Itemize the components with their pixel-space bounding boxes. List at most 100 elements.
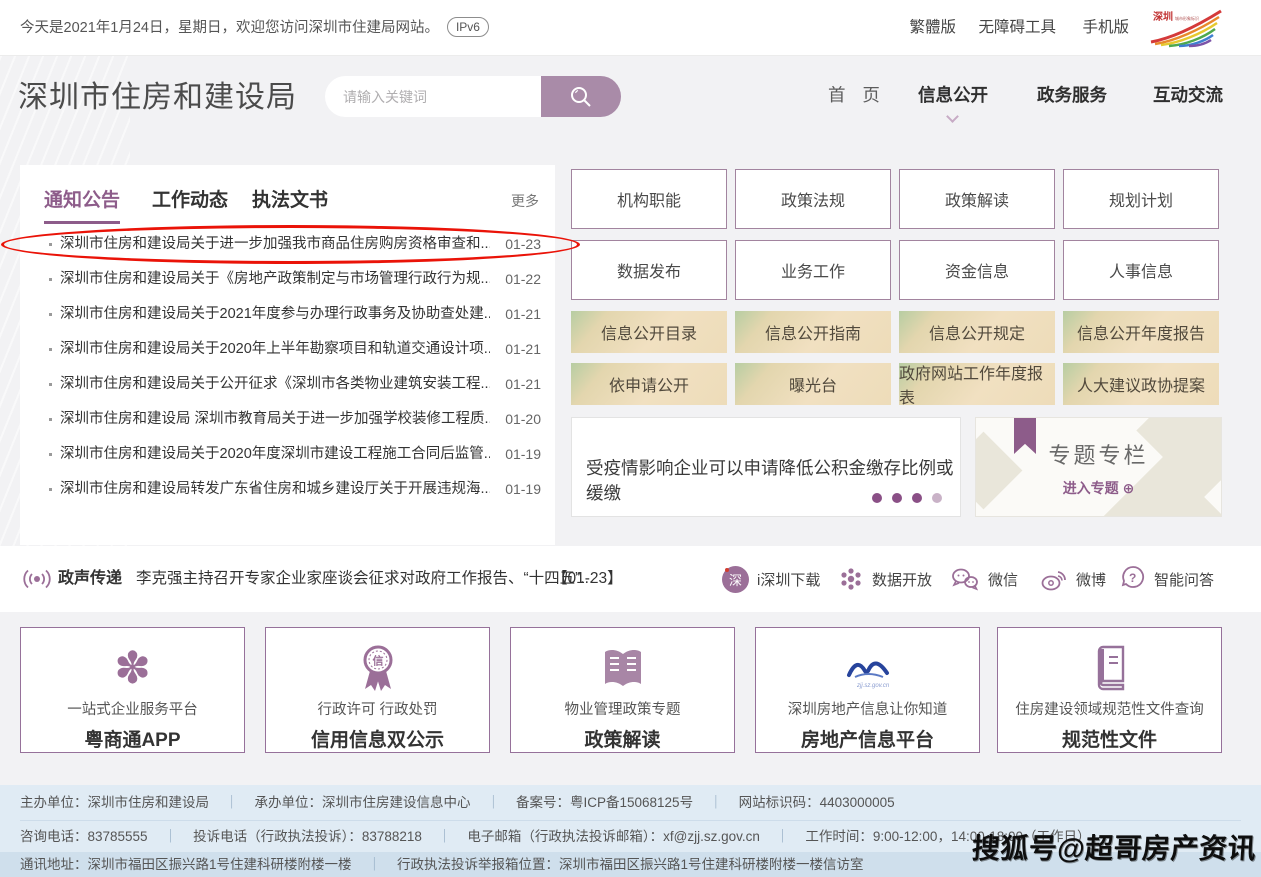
quicklink-funds-info[interactable]: 资金信息 [899,240,1055,300]
footer-row-1: 主办单位：深圳市住房和建设局承办单位：深圳市住房建设信息中心备案号：粤ICP备1… [20,785,1241,821]
tool-open-data[interactable]: 数据开放 [838,546,932,612]
notice-date: 01-21 [505,367,541,402]
notice-date: 01-23 [505,227,541,262]
footer-complaint-phone: 投诉电话（行政执法投诉）：83788218 [193,829,467,844]
tool-label: i深圳下载 [757,569,820,590]
quicklink-npc-proposals[interactable]: 人大建议政协提案 [1063,363,1219,405]
notice-date: 01-21 [505,297,541,332]
footer-icp-number: 备案号：粤ICP备15068125号 [516,795,739,810]
notice-date: 01-22 [505,262,541,297]
card-subtitle: 物业管理政策专题 [511,698,734,719]
carousel-dot[interactable] [912,493,922,503]
footer-site-id: 网站标识码：4403000005 [739,795,895,810]
tool-label: 微信 [988,569,1018,590]
book-icon [998,640,1221,698]
card-subtitle: 深圳房地产信息让你知道 [756,698,979,719]
notice-title: 深圳市住房和建设局关于2020年上半年勘察项目和轨道交通设计项... [60,332,490,367]
nav-interaction[interactable]: 互动交流 [1153,0,1223,95]
quicklink-exposure-platform[interactable]: 曝光台 [735,363,891,405]
footer-complaint-box-location: 行政执法投诉举报箱位置：深圳市福田区振兴路1号住建科研楼附楼一楼信访室 [397,857,864,872]
quicklink-disclosure-guide[interactable]: 信息公开指南 [735,311,891,353]
medal-icon: 信 [266,640,489,698]
notice-row[interactable]: 深圳市住房和建设局关于进一步加强我市商品住房购房资格审查和... 01-23 [20,227,555,262]
quicklink-business-work[interactable]: 业务工作 [735,240,891,300]
tab-work-updates[interactable]: 工作动态 [152,185,228,212]
carousel-dot[interactable] [892,493,902,503]
notice-date: 01-20 [505,402,541,437]
property-logo-icon: zjj.sz.gov.cn [756,640,979,698]
nav-info-disclosure[interactable]: 信息公开 [918,0,988,95]
ticker-date: 【01-23】 [552,546,623,612]
open-data-icon [838,566,864,592]
quicklink-policies[interactable]: 政策法规 [735,169,891,229]
card-title: 信用信息双公示 [266,725,489,752]
card-title: 粤商通APP [21,725,244,752]
tab-notices[interactable]: 通知公告 [44,185,120,224]
tool-weibo[interactable]: 微博 [1040,546,1106,612]
quicklink-policy-reading[interactable]: 政策解读 [899,169,1055,229]
notice-row[interactable]: 深圳市住房和建设局关于公开征求《深圳市各类物业建筑安装工程... 01-21 [20,367,555,402]
notice-row[interactable]: 深圳市住房和建设局关于《房地产政策制定与市场管理行政行为规...01-22 [20,262,555,297]
footer-host-unit: 主办单位：深圳市住房和建设局 [20,795,255,810]
search-input[interactable] [325,76,541,117]
tool-ishenzhen-download[interactable]: 深 i深圳下载 [722,546,820,612]
quicklink-website-report[interactable]: 政府网站工作年度报表 [899,363,1055,405]
special-column-title: 专题专栏 [976,438,1221,470]
card-yueshangtong-app[interactable]: ✽ 一站式企业服务平台 粤商通APP [20,627,245,753]
quicklink-data-release[interactable]: 数据发布 [571,240,727,300]
welcome-label: 今天是2021年1月24日，星期日，欢迎您访问深圳市住建局网站。 [20,20,439,36]
notice-title: 深圳市住房和建设局关于公开征求《深圳市各类物业建筑安装工程... [60,367,490,402]
tool-smart-qa[interactable]: ? 智能问答 [1120,546,1214,612]
card-subtitle: 行政许可 行政处罚 [266,698,489,719]
quicklink-disclosure-rules[interactable]: 信息公开规定 [899,311,1055,353]
more-link[interactable]: 更多 [511,191,539,211]
notice-row[interactable]: 深圳市住房和建设局转发广东省住房和城乡建设厅关于开展违规海...01-19 [20,472,555,507]
footer-email: 电子邮箱（行政执法投诉邮箱）：xf@zjj.sz.gov.cn [467,829,805,844]
tab-enforcement-documents[interactable]: 执法文书 [252,185,328,212]
special-column-box[interactable]: 专题专栏 进入专题 ⊕ [975,417,1222,517]
nav-home[interactable]: 首 页 [828,0,886,95]
card-normative-documents[interactable]: 住房建设领域规范性文件查询 规范性文件 [997,627,1222,753]
ticker-headline[interactable]: 李克强主持召开专家企业家座谈会征求对政府工作报告、“十四五”... [136,546,593,612]
quicklink-planning[interactable]: 规划计划 [1063,169,1219,229]
search-icon [568,84,594,110]
quicklink-org-functions[interactable]: 机构职能 [571,169,727,229]
notice-title: 深圳市住房和建设局转发广东省住房和城乡建设厅关于开展违规海... [60,472,490,507]
notice-title: 深圳市住房和建设局关于2020年度深圳市建设工程施工合同后监管... [60,437,490,472]
tool-wechat[interactable]: 微信 [950,546,1018,612]
ipv6-badge[interactable]: IPv6 [447,17,489,37]
banner-caption: 受疫情影响企业可以申请降低公积金缴存比例或缓缴 [586,455,960,505]
welcome-text: 今天是2021年1月24日，星期日，欢迎您访问深圳市住建局网站。 IPv6 [20,0,489,56]
footer-phone: 咨询电话：83785555 [20,829,193,844]
quicklink-disclosure-catalog[interactable]: 信息公开目录 [571,311,727,353]
flower-glyph: ✽ [114,645,151,693]
nav-government-services[interactable]: 政务服务 [1037,0,1107,95]
tool-label: 微博 [1076,569,1106,590]
carousel-dot[interactable] [872,493,882,503]
notice-row[interactable]: 深圳市住房和建设局关于2020年上半年勘察项目和轨道交通设计项...01-21 [20,332,555,367]
card-credit-disclosure[interactable]: 信 行政许可 行政处罚 信用信息双公示 [265,627,490,753]
quicklink-annual-report[interactable]: 信息公开年度报告 [1063,311,1219,353]
svg-text:zjj.sz.gov.cn: zjj.sz.gov.cn [856,683,890,689]
card-policy-reading[interactable]: 物业管理政策专题 政策解读 [510,627,735,753]
card-title: 房地产信息平台 [756,725,979,752]
search-button[interactable] [541,76,621,117]
enter-special-link[interactable]: 进入专题 ⊕ [976,478,1221,498]
smart-qa-icon: ? [1120,565,1146,593]
news-ticker-bar: 政声传递 李克强主持召开专家企业家座谈会征求对政府工作报告、“十四五”... 【… [0,546,1261,612]
card-real-estate-platform[interactable]: zjj.sz.gov.cn 深圳房地产信息让你知道 房地产信息平台 [755,627,980,753]
card-subtitle: 住房建设领域规范性文件查询 [998,698,1221,719]
quicklink-disclosure-request[interactable]: 依申请公开 [571,363,727,405]
notice-row[interactable]: 深圳市住房和建设局关于2020年度深圳市建设工程施工合同后监管...01-19 [20,437,555,472]
carousel-dot[interactable] [932,493,942,503]
notice-row[interactable]: 深圳市住房和建设局 深圳市教育局关于进一步加强学校装修工程质...01-20 [20,402,555,437]
card-title: 政策解读 [511,725,734,752]
carousel-banner[interactable]: 受疫情影响企业可以申请降低公积金缴存比例或缓缴 [571,417,961,517]
quicklink-personnel-info[interactable]: 人事信息 [1063,240,1219,300]
notice-row[interactable]: 深圳市住房和建设局关于2021年度参与办理行政事务及协助查处建...01-21 [20,297,555,332]
notice-title: 深圳市住房和建设局关于进一步加强我市商品住房购房资格审查和... [60,227,490,262]
card-title: 规范性文件 [998,725,1221,752]
ticker-label: 政声传递 [58,546,122,612]
open-book-icon [511,640,734,698]
notice-panel: 通知公告 工作动态 执法文书 更多 深圳市住房和建设局关于进一步加强我市商品住房… [20,165,555,545]
